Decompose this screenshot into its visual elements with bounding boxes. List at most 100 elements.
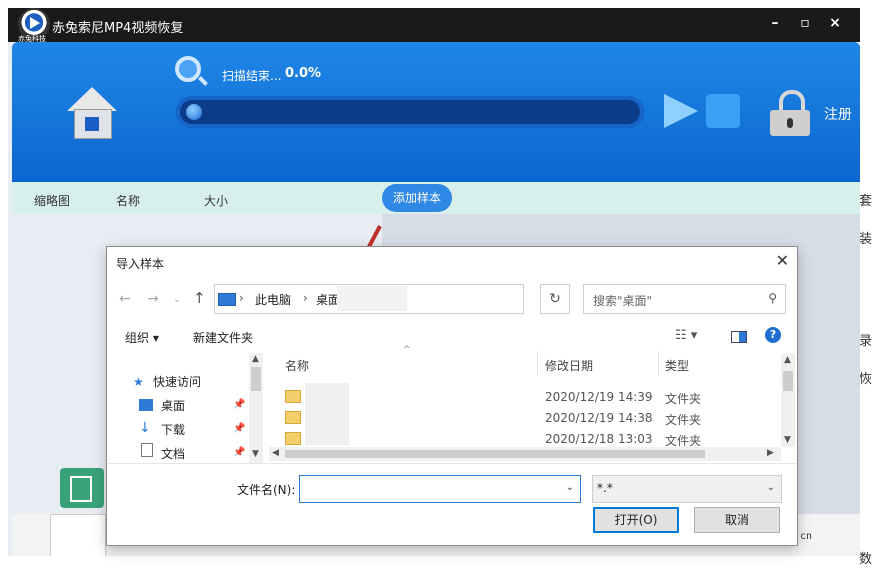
search-input[interactable]: 搜索"桌面" ⚲ <box>583 284 786 314</box>
bg-glyph: 套 <box>859 194 872 209</box>
new-folder-button[interactable]: 新建文件夹 <box>193 329 253 346</box>
filter-value: *.* <box>597 481 613 495</box>
column-name[interactable]: 名称 <box>116 192 140 209</box>
background-window-edge: 套 装 录 恢 数 <box>858 0 872 569</box>
home-icon[interactable] <box>67 87 127 143</box>
redacted-area <box>305 383 349 445</box>
dialog-close-button[interactable]: ✕ <box>776 251 789 270</box>
register-button[interactable]: 注册 <box>824 104 852 124</box>
file-date: 2020/12/19 14:38 <box>545 411 653 425</box>
add-sample-button[interactable]: 添加样本 <box>382 184 452 212</box>
search-icon <box>175 56 201 82</box>
scroll-left-icon[interactable]: ◀ <box>272 448 279 458</box>
close-button[interactable]: × <box>826 15 844 31</box>
app-header: 扫描结束... 0.0% 注册 <box>12 42 860 182</box>
folder-icon <box>285 390 301 403</box>
scroll-right-icon[interactable]: ▶ <box>767 448 774 458</box>
file-type-filter[interactable]: *.* ⌄ <box>592 475 782 503</box>
scroll-up-icon[interactable]: ▲ <box>784 355 791 365</box>
import-sample-dialog: 导入样本 ✕ ← → ⌄ ↑ › 此电脑 › 桌面 ↻ 搜索"桌面" ⚲ 组织 … <box>106 246 798 546</box>
help-icon[interactable]: ? <box>765 327 781 343</box>
dialog-title: 导入样本 <box>116 257 165 271</box>
pin-icon: 📌 <box>233 399 246 410</box>
header-type[interactable]: 类型 <box>665 357 689 374</box>
download-icon: ↓ <box>139 420 151 436</box>
header-date[interactable]: 修改日期 <box>545 357 593 374</box>
nav-item-downloads[interactable]: 下载 <box>161 421 185 438</box>
minimize-button[interactable]: – <box>766 15 784 31</box>
scan-percent: 0.0% <box>285 66 322 81</box>
nav-item-quick-access[interactable]: 快速访问 <box>153 373 201 390</box>
scroll-down-icon[interactable]: ▼ <box>784 435 791 445</box>
horizontal-scrollbar[interactable]: ◀ ▶ <box>269 447 781 461</box>
thumbnail-image <box>50 514 106 556</box>
star-icon: ★ <box>133 375 144 389</box>
desktop-icon <box>139 399 153 411</box>
play-icon[interactable] <box>664 94 698 128</box>
bg-glyph: 恢 <box>859 372 872 387</box>
header-divider <box>658 351 659 375</box>
pin-icon: 📌 <box>233 423 246 434</box>
maximize-button[interactable]: ▫ <box>796 15 814 31</box>
file-list-scrollbar[interactable]: ▲ ▼ <box>781 353 795 447</box>
refresh-icon[interactable]: ↻ <box>540 284 570 314</box>
view-options-icon[interactable]: ☷ ▾ <box>675 328 697 343</box>
organize-menu[interactable]: 组织 ▾ <box>125 329 159 346</box>
file-row[interactable]: 2020/12/19 14:39 文件夹 <box>279 387 773 408</box>
address-bar[interactable]: › 此电脑 › 桌面 <box>214 284 524 314</box>
breadcrumb-this-pc[interactable]: 此电脑 <box>255 291 291 308</box>
nav-scrollbar[interactable]: ▲ ▼ <box>249 353 263 463</box>
search-placeholder: 搜索"桌面" <box>593 294 653 308</box>
scroll-down-icon[interactable]: ▼ <box>252 449 259 459</box>
bg-glyph: 装 <box>859 232 872 247</box>
search-icon: ⚲ <box>768 291 777 305</box>
redacted-area <box>337 286 407 311</box>
chevron-right-icon: › <box>303 291 308 305</box>
app-title: 赤兔索尼MP4视频恢复 <box>52 21 184 36</box>
cancel-button[interactable]: 取消 <box>694 507 780 533</box>
progress-knob <box>186 104 202 120</box>
folder-icon <box>285 411 301 424</box>
preview-pane-icon[interactable] <box>731 331 747 343</box>
column-thumbnail[interactable]: 缩略图 <box>34 192 70 209</box>
chevron-right-icon: › <box>239 291 244 305</box>
header-name[interactable]: 名称 <box>285 357 309 374</box>
scroll-thumb[interactable] <box>285 450 705 458</box>
sort-ascending-icon: ^ <box>403 345 411 355</box>
file-date: 2020/12/18 13:03 <box>545 432 653 446</box>
file-row[interactable]: 2020/12/19 14:38 文件夹 <box>279 408 773 429</box>
title-bar: 赤兔科技 赤兔索尼MP4视频恢复 – ▫ × <box>8 8 860 43</box>
scroll-up-icon[interactable]: ▲ <box>252 354 259 364</box>
bg-glyph: 数 <box>859 552 872 567</box>
bg-glyph: 录 <box>859 334 872 349</box>
scan-status: 扫描结束... <box>222 69 282 83</box>
open-button[interactable]: 打开(O) <box>593 507 679 533</box>
lock-icon[interactable] <box>770 90 810 136</box>
file-type: 文件夹 <box>665 392 702 406</box>
file-type: 文件夹 <box>665 413 702 427</box>
recent-dropdown-icon[interactable]: ⌄ <box>173 294 181 305</box>
forward-icon[interactable]: → <box>147 291 159 307</box>
chevron-down-icon[interactable]: ⌄ <box>767 482 775 493</box>
filename-field[interactable]: ⌄ <box>299 475 581 503</box>
column-size[interactable]: 大小 <box>204 192 228 209</box>
scan-progress-bar <box>176 96 644 128</box>
document-icon <box>141 443 153 457</box>
header-divider <box>537 351 538 375</box>
back-icon[interactable]: ← <box>119 291 131 307</box>
bottom-text: cn <box>800 531 813 542</box>
folder-icon <box>285 432 301 445</box>
export-icon[interactable] <box>60 468 104 508</box>
pin-icon: 📌 <box>233 447 246 458</box>
scroll-thumb[interactable] <box>783 371 793 391</box>
navigation-pane: ★ 快速访问 桌面 📌 ↓ 下载 📌 文档 📌 <box>107 353 265 463</box>
scroll-thumb[interactable] <box>251 367 261 391</box>
chevron-down-icon[interactable]: ⌄ <box>566 482 574 493</box>
nav-item-documents[interactable]: 文档 <box>161 445 185 462</box>
file-date: 2020/12/19 14:39 <box>545 390 653 404</box>
filename-label: 文件名(N): <box>237 483 296 497</box>
dialog-divider <box>107 463 797 464</box>
nav-item-desktop[interactable]: 桌面 <box>161 397 185 414</box>
stop-icon[interactable] <box>706 94 740 128</box>
up-icon[interactable]: ↑ <box>193 289 206 307</box>
